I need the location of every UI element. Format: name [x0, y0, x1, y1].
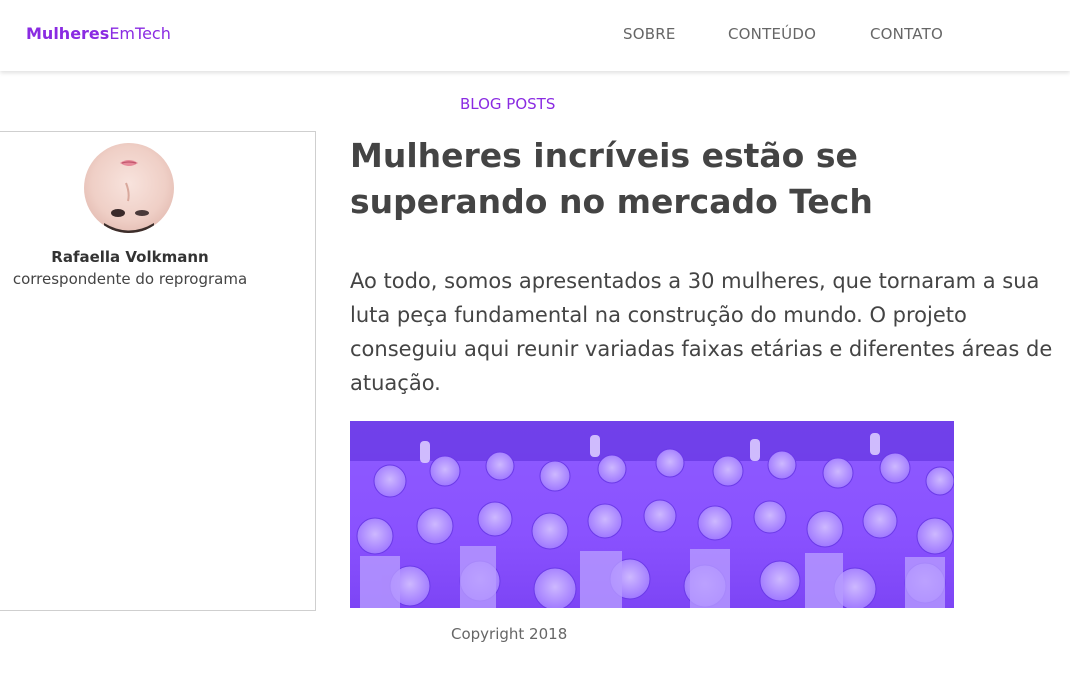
- author-name: Rafaella Volkmann: [51, 248, 209, 266]
- section-label: BLOG POSTS: [460, 95, 556, 113]
- copyright-text: Copyright 2018: [451, 625, 568, 643]
- site-logo[interactable]: MulheresEmTech: [26, 24, 171, 43]
- author-avatar: [84, 143, 174, 233]
- site-header: MulheresEmTech SOBRE CONTEÚDO CONTATO: [0, 0, 1070, 71]
- nav-link-sobre[interactable]: SOBRE: [623, 25, 676, 43]
- post-body: Ao todo, somos apresentados a 30 mulhere…: [350, 269, 1053, 395]
- nav-link-conteudo[interactable]: CONTEÚDO: [728, 25, 816, 43]
- logo-bold-text: Mulheres: [26, 24, 110, 43]
- author-role: correspondente do reprograma: [12, 270, 248, 288]
- post-title: Mulheres incríveis estão se superando no…: [350, 136, 873, 221]
- logo-regular-text: EmTech: [109, 24, 171, 43]
- nav-link-contato[interactable]: CONTATO: [870, 25, 943, 43]
- post-image: [350, 421, 954, 608]
- author-card: Rafaella Volkmann correspondente do repr…: [0, 131, 316, 611]
